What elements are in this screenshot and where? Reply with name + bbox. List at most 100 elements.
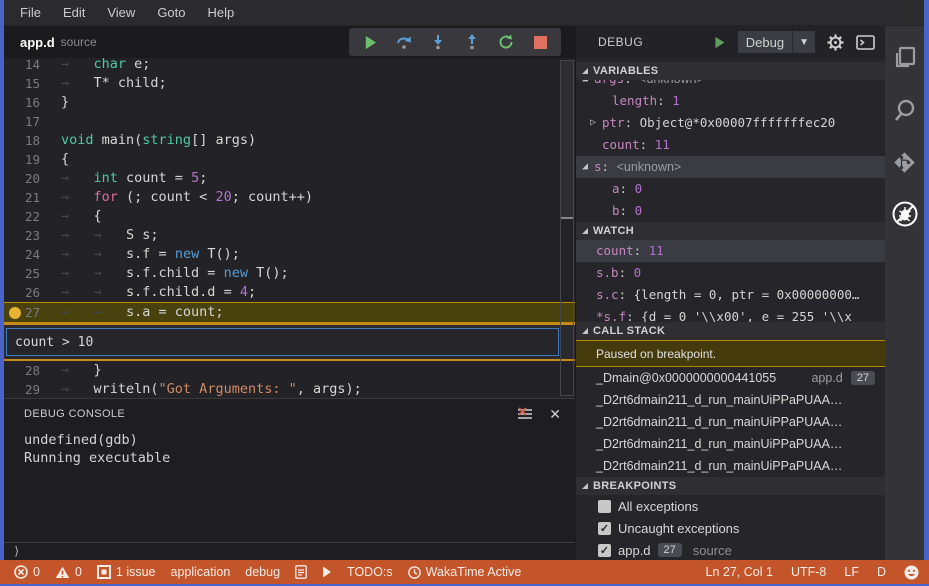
editor-scrollbar[interactable] (560, 60, 574, 396)
status-item-lf[interactable]: LF (844, 565, 859, 579)
code-editor[interactable]: 14 → char e; 15 → T* child; 16} 17 18 void main… (4, 58, 575, 398)
menu-item-goto[interactable]: Goto (147, 2, 195, 23)
breakpoint-row[interactable]: ✓ Uncaught exceptions (576, 517, 885, 539)
status-item-debug[interactable]: debug (245, 565, 280, 579)
code-line[interactable]: 20 → int count = 5; (4, 169, 575, 188)
code-line[interactable]: 17 (4, 112, 575, 131)
status-item-0[interactable]: 0 (14, 565, 40, 579)
status-item[interactable] (904, 565, 919, 580)
status-item-todo-s[interactable]: TODO:s (347, 565, 393, 579)
clear-console-icon[interactable] (517, 407, 533, 421)
code-line[interactable]: 21 → for (; count < 20; count++) (4, 188, 575, 207)
variable-row[interactable]: count: 11 (576, 134, 885, 156)
watch-row[interactable]: s.c: {length = 0, ptr = 0x00000000… (576, 284, 885, 306)
menu-item-edit[interactable]: Edit (53, 2, 95, 23)
variable-row[interactable]: ▷ ptr: Object@*0x00007fffffffec20 (576, 112, 885, 134)
gear-icon[interactable] (827, 33, 844, 51)
line-number[interactable]: 25 (4, 264, 48, 283)
tab-app-d[interactable]: app.d source (4, 26, 113, 58)
debug-button[interactable] (891, 200, 919, 228)
code-line[interactable]: 16} (4, 93, 575, 112)
code-line[interactable]: 23 → → S s; (4, 226, 575, 245)
line-number[interactable]: 14 (4, 58, 48, 74)
expand-icon[interactable]: ▷ (590, 112, 599, 134)
breakpoint-condition-input[interactable] (6, 328, 559, 356)
search-button[interactable] (891, 96, 919, 124)
code-line[interactable]: 15 → T* child; (4, 74, 575, 93)
status-item[interactable] (322, 566, 332, 578)
line-number[interactable]: 21 (4, 188, 48, 207)
status-item-application[interactable]: application (171, 565, 231, 579)
line-number[interactable]: 28 (4, 361, 48, 380)
watch-row[interactable]: s.b: 0 (576, 262, 885, 284)
status-item[interactable] (295, 565, 307, 579)
collapse-icon[interactable]: ◢ (582, 156, 591, 178)
variable-row[interactable]: ◢args: <unknown> (576, 80, 885, 90)
code-line[interactable]: 26 → → s.f.child.d = 4; (4, 283, 575, 302)
code-line[interactable]: 19 { (4, 150, 575, 169)
close-icon[interactable]: ✕ (549, 406, 561, 423)
menu-item-help[interactable]: Help (198, 2, 245, 23)
checkbox[interactable]: ✓ (598, 543, 611, 557)
step-over-button[interactable] (389, 30, 419, 54)
status-item-ln-27-col-1[interactable]: Ln 27, Col 1 (706, 565, 773, 579)
line-number[interactable]: 29 (4, 380, 48, 398)
step-into-button[interactable] (423, 30, 453, 54)
line-number[interactable]: 19 (4, 150, 48, 169)
variable-row[interactable]: length: 1 (576, 90, 885, 112)
status-item-1-issue[interactable]: 1 issue (96, 565, 156, 579)
breakpoint-row[interactable]: ✓ app.d 27 source (576, 539, 885, 560)
code-line[interactable]: 29 → writeln("Got Arguments: ", args); (4, 380, 575, 398)
code-line[interactable]: 14 → char e; (4, 58, 575, 74)
continue-button[interactable] (355, 30, 385, 54)
line-number[interactable]: 18 (4, 131, 48, 150)
menu-item-view[interactable]: View (97, 2, 145, 23)
watch-row[interactable]: *s.f: {d = 0 '\\x00', e = 255 '\\x (576, 306, 885, 322)
code-line[interactable]: 27 → → s.a = count; (4, 302, 575, 323)
line-number[interactable]: 15 (4, 74, 48, 93)
section-header-variables[interactable]: VARIABLES (576, 62, 885, 80)
line-number[interactable]: 20 (4, 169, 48, 188)
code-line[interactable]: 18 void main(string[] args) (4, 131, 575, 150)
section-header-call-stack[interactable]: CALL STACK (576, 322, 885, 340)
status-item-0[interactable]: 0 (55, 565, 82, 579)
line-number[interactable]: 16 (4, 93, 48, 112)
open-console-icon[interactable] (856, 34, 875, 50)
start-debug-icon[interactable] (713, 36, 726, 49)
editor-scrollbar-thumb[interactable] (561, 61, 573, 219)
menu-item-file[interactable]: File (10, 2, 51, 23)
line-number[interactable]: 17 (4, 112, 48, 131)
collapse-icon[interactable]: ◢ (582, 80, 591, 90)
code-line[interactable]: 28 → } (4, 361, 575, 380)
stack-frame[interactable]: _Dmain@0x0000000000441055 app.d 27 (576, 367, 885, 389)
debug-console-output[interactable]: undefined(gdb) Running executable (4, 429, 575, 467)
variable-row[interactable]: a: 0 (576, 178, 885, 200)
launch-config-select[interactable]: Debug ▼ (737, 31, 815, 53)
breakpoint-row[interactable]: All exceptions (576, 495, 885, 517)
variable-row[interactable]: b: 0 (576, 200, 885, 222)
explorer-button[interactable] (891, 44, 919, 72)
line-number[interactable]: 23 (4, 226, 48, 245)
code-line[interactable]: 25 → → s.f.child = new T(); (4, 264, 575, 283)
breakpoint-icon[interactable] (9, 307, 21, 319)
checkbox[interactable]: ✓ (598, 521, 611, 535)
restart-button[interactable] (491, 30, 521, 54)
stack-frame[interactable]: _D2rt6dmain211_d_run_mainUiPPaPUAA… (576, 455, 885, 477)
debug-console-prompt[interactable]: ⟩ (4, 542, 575, 560)
status-item-wakatime-active[interactable]: WakaTime Active (407, 565, 521, 579)
step-out-button[interactable] (457, 30, 487, 54)
stack-frame[interactable]: _D2rt6dmain211_d_run_mainUiPPaPUAA… (576, 433, 885, 455)
line-number[interactable]: 24 (4, 245, 48, 264)
code-line[interactable]: 24 → → s.f = new T(); (4, 245, 575, 264)
checkbox[interactable] (598, 499, 611, 513)
source-control-button[interactable] (891, 148, 919, 176)
variable-row[interactable]: ◢ s: <unknown> (576, 156, 885, 178)
stop-button[interactable] (525, 30, 555, 54)
stack-frame[interactable]: _D2rt6dmain211_d_run_mainUiPPaPUAA… (576, 389, 885, 411)
section-header-watch[interactable]: WATCH (576, 222, 885, 240)
line-number[interactable]: 22 (4, 207, 48, 226)
stack-frame[interactable]: _D2rt6dmain211_d_run_mainUiPPaPUAA… (576, 411, 885, 433)
status-item-utf-8[interactable]: UTF-8 (791, 565, 826, 579)
status-item-d[interactable]: D (877, 565, 886, 579)
section-header-breakpoints[interactable]: BREAKPOINTS (576, 477, 885, 495)
